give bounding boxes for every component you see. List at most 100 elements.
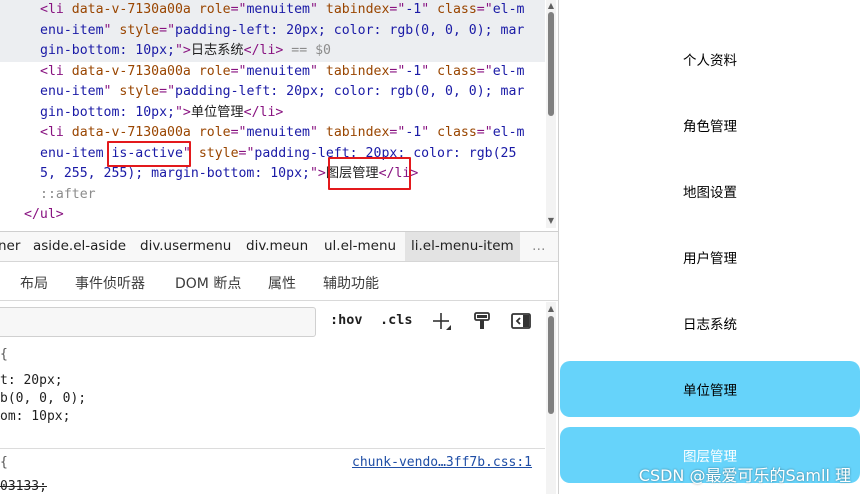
menu-item-label: 地图设置 [683,185,737,201]
styles-pane[interactable]: { t: 20px; b(0, 0, 0); om: 10px; { chunk… [0,342,545,494]
elements-source-tree[interactable]: <li data-v-7130a00a role="menuitem" tabi… [0,0,545,228]
source-token: gin-bottom: 10px; [40,43,175,58]
source-token: tabindex [325,2,390,17]
style-declaration[interactable]: t: 20px; [0,372,63,390]
source-token: =" [159,84,176,99]
source-line[interactable]: ::after [40,185,96,206]
source-line[interactable]: enu-item" style="padding-left: 20px; col… [40,82,524,103]
scroll-up-icon[interactable]: ▲ [546,304,556,314]
source-token: -1 [405,125,422,140]
source-line[interactable]: </li> [8,226,48,229]
source-token [191,2,199,17]
styles-scrollbar[interactable]: ▲ [546,302,556,494]
tab-properties[interactable]: 属性 [268,273,296,293]
source-token [191,64,199,79]
source-token: " [310,125,326,140]
source-token: =" [389,63,406,79]
menu-item-label: 用户管理 [683,251,737,267]
menu-item-label: 日志系统 [683,317,737,333]
source-token: <li [40,2,72,17]
menu-item-users[interactable]: 用户管理 [560,229,860,285]
breadcrumb-more-icon[interactable]: … [532,232,546,261]
style-rule-brace: { [0,455,8,470]
source-token: " [103,84,120,99]
source-token: enu-item [40,22,104,38]
source-scrollbar[interactable]: ▲ ▼ [546,0,556,228]
menu-item-roles[interactable]: 角色管理 [560,97,860,153]
source-line[interactable]: gin-bottom: 10px;">日志系统</li> == $0 [40,41,331,62]
source-token: gin-bottom: 10px; [40,104,175,120]
source-token: " [421,2,438,17]
source-token: <li [40,125,72,140]
source-line[interactable]: <li data-v-7130a00a role="menuitem" tabi… [40,0,524,21]
devtools-panel: <li data-v-7130a00a role="menuitem" tabi… [0,0,559,494]
source-token: " [421,63,438,79]
source-token: 日志系统 [190,43,244,58]
source-token: role [198,125,231,140]
style-declaration[interactable]: b(0, 0, 0); [0,390,86,408]
source-token: == $0 [283,43,331,58]
source-token: el-m [492,2,525,17]
scroll-down-icon[interactable]: ▼ [546,216,556,226]
source-token: role [198,63,231,79]
menu-item-profile[interactable]: 个人资料 [560,31,860,87]
breadcrumb-item[interactable]: div.meun [246,232,308,261]
stylesheet-source-link[interactable]: chunk-vendo…3ff7b.css:1 [352,454,532,472]
source-token: enu-item [40,84,104,99]
source-token: =" [476,2,493,17]
menu-item-logs[interactable]: 日志系统 [560,295,860,351]
breadcrumb-item[interactable]: aside.el-aside [33,232,126,261]
source-token: padding-left: 20px; color: rgb(0, 0, 0);… [175,84,525,99]
menu-item-label: 角色管理 [683,119,737,135]
paint-roller-icon[interactable] [471,310,493,332]
app-menu-panel: 个人资料 角色管理 地图设置 用户管理 日志系统 单位管理 图层管理 [560,0,865,494]
source-token: " [310,2,326,17]
source-scrollbar-thumb[interactable] [548,12,554,116]
styles-filter-input[interactable] [0,307,316,337]
toggle-sidebar-icon[interactable] [510,310,532,332]
cls-toggle-button[interactable]: .cls [380,312,413,328]
source-token: =" [238,145,255,161]
source-line[interactable]: <li data-v-7130a00a role="menuitem" tabi… [40,62,524,83]
breadcrumb-item[interactable]: ul.el-menu [324,232,396,261]
annotation-box-layer-text [328,157,411,190]
rule-divider [0,448,545,449]
source-token: el-m [492,63,525,79]
hov-toggle-button[interactable]: :hov [330,312,363,328]
source-token: menuitem [246,63,310,79]
source-token: role [198,2,231,17]
new-style-rule-icon[interactable] [430,310,452,332]
annotation-box-is-active [107,141,191,167]
tab-dom-breakpoints[interactable]: DOM 断点 [175,273,241,293]
source-line[interactable]: enu-item" style="padding-left: 20px; col… [40,21,524,42]
source-token: class [437,2,477,17]
scroll-up-icon[interactable]: ▲ [546,1,556,11]
menu-item-label: 单位管理 [683,383,737,399]
overridden-declaration[interactable]: 03133; [0,478,47,494]
menu-item-map-settings[interactable]: 地图设置 [560,163,860,219]
source-token: data-v-7130a00a [71,125,191,140]
source-token: </li> [243,43,284,58]
tab-accessibility[interactable]: 辅助功能 [323,273,379,293]
source-token: "> [309,166,326,181]
breadcrumb-item[interactable]: div.usermenu [140,232,231,261]
source-token: style [119,22,160,38]
source-line[interactable]: gin-bottom: 10px;">单位管理</li> [40,103,283,124]
breadcrumb-item-current[interactable]: li.el-menu-item [405,232,520,261]
breadcrumb-item[interactable]: ner [0,232,20,261]
tab-layout[interactable]: 布局 [20,273,48,293]
source-token: data-v-7130a00a [71,63,191,79]
tab-event-listeners[interactable]: 事件侦听器 [75,273,145,293]
source-token: " [103,22,120,38]
source-token: tabindex [325,63,390,79]
source-token: " [310,63,326,79]
csdn-watermark: CSDN @最爱可乐的Samll 理 [638,466,851,485]
source-line[interactable]: </ul> [24,205,64,226]
menu-item-units[interactable]: 单位管理 [560,361,860,417]
source-token: style [119,84,160,99]
styles-scrollbar-thumb[interactable] [548,316,554,414]
source-token: tabindex [325,125,390,140]
style-declaration[interactable]: om: 10px; [0,408,70,426]
source-token: =" [230,125,247,140]
source-token: padding-left: 20px; color: rgb(0, 0, 0);… [175,22,525,38]
